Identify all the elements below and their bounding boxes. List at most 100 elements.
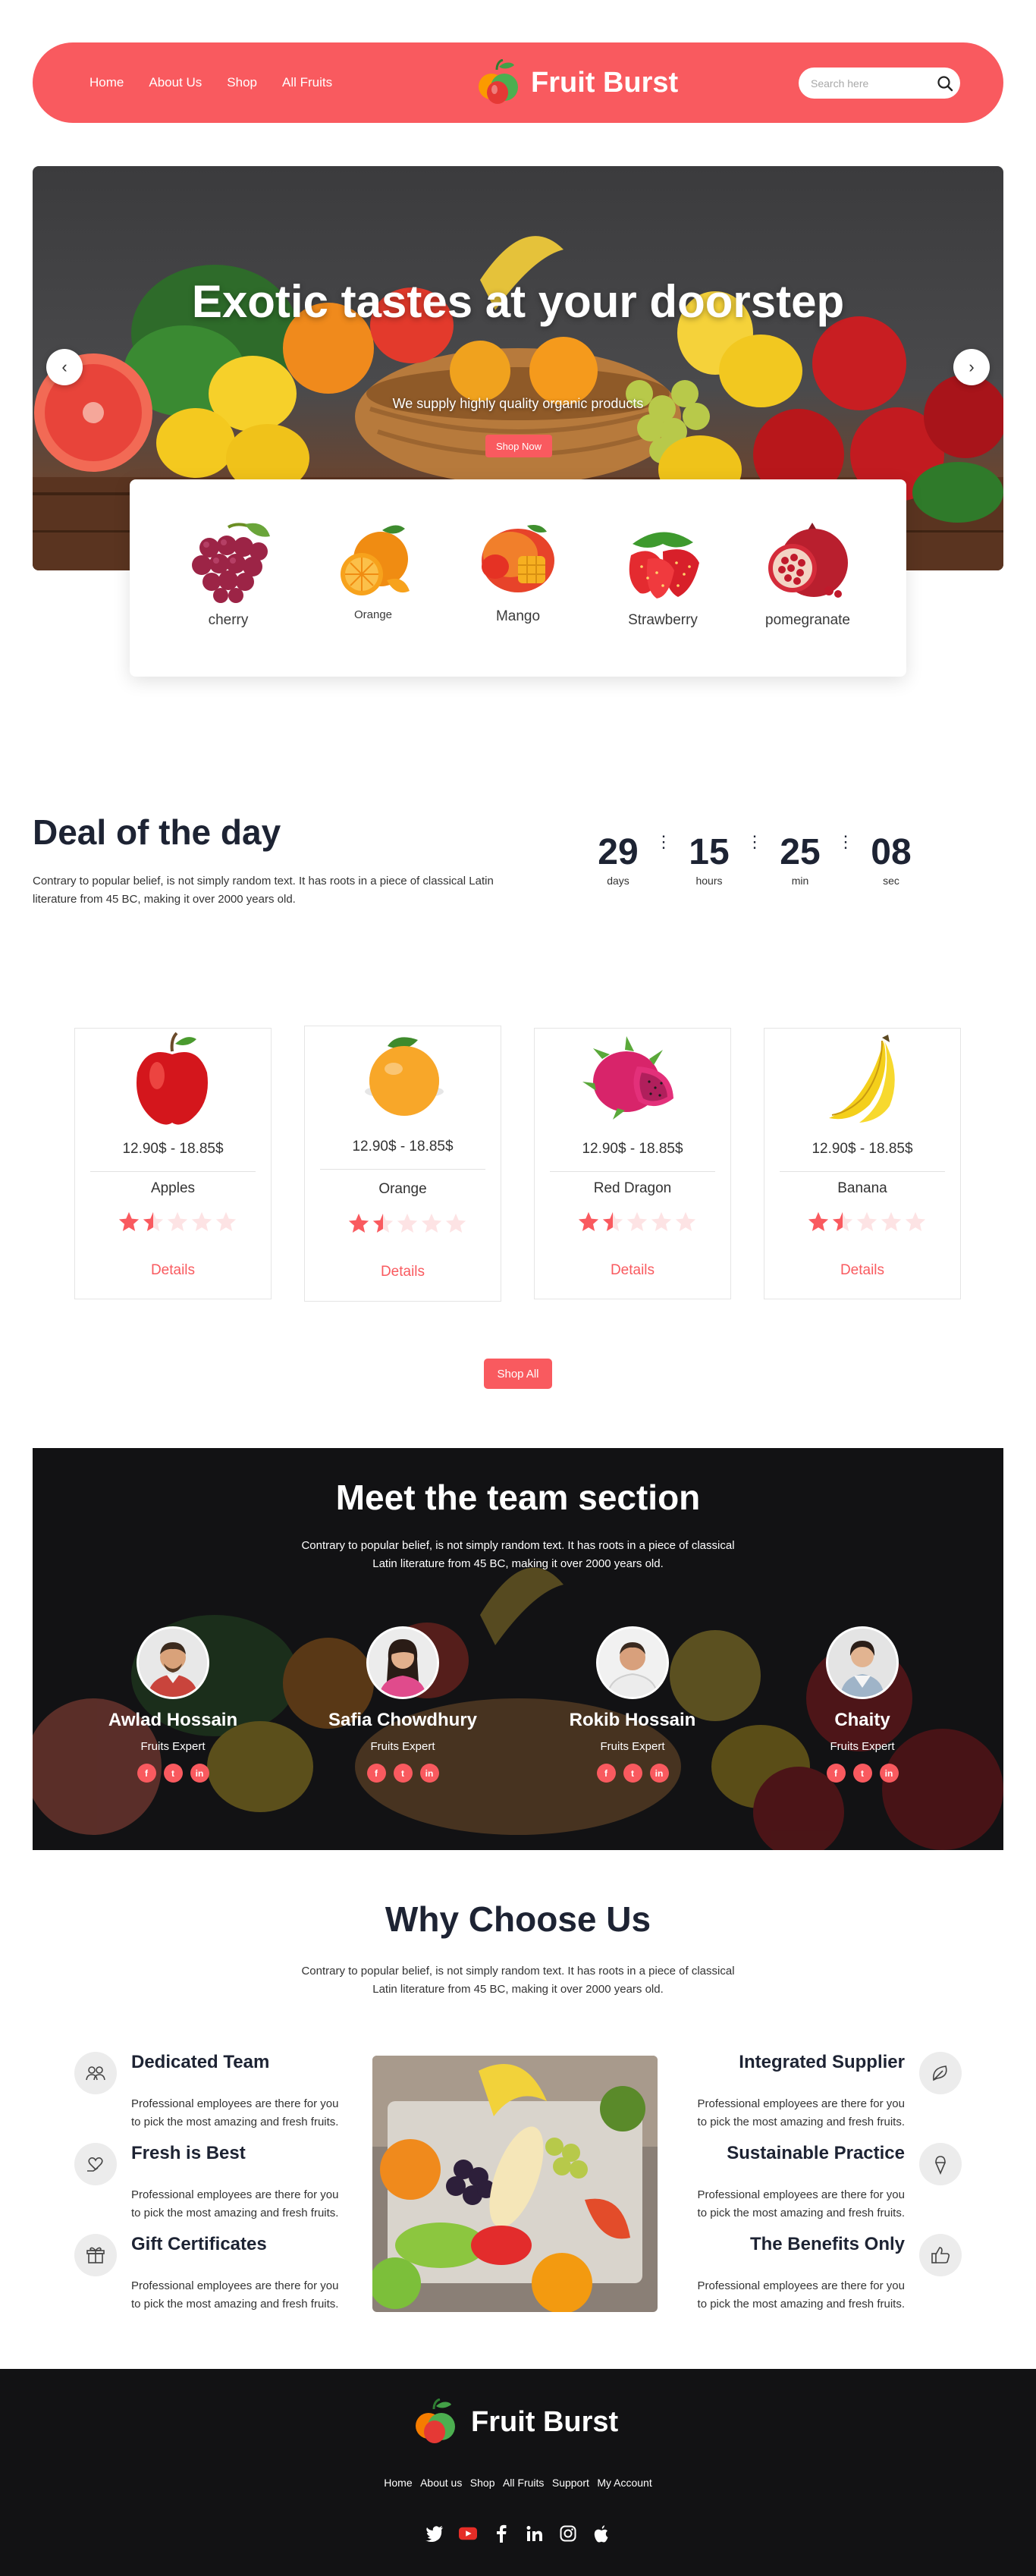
facebook-icon[interactable]: f [826,1764,846,1783]
thumbs-up-icon [919,2234,962,2276]
facebook-icon[interactable]: f [137,1764,156,1783]
footer-link-home[interactable]: Home [384,2477,412,2489]
twitter-icon[interactable] [425,2524,444,2543]
linkedin-icon[interactable] [526,2524,544,2543]
footer-link-about[interactable]: About us [420,2477,462,2489]
shop-now-button[interactable]: Shop Now [485,435,552,457]
twitter-icon[interactable]: t [852,1764,872,1783]
star-icon [626,1211,648,1231]
facebook-icon[interactable]: f [366,1764,386,1783]
feature-title: Dedicated Team [131,2052,270,2072]
orange-image [341,525,410,595]
member-name: Safia Chowdhury [328,1710,478,1730]
linkedin-icon[interactable]: in [419,1764,439,1783]
member-name: Awlad Hossain [108,1710,238,1730]
star-icon [905,1211,926,1231]
star-icon [397,1213,418,1233]
star-icon [191,1211,212,1231]
countdown-timer: 29 days ⋮ 15 hours ⋮ 25 min ⋮ 08 sec [584,831,925,887]
footer-link-shop[interactable]: Shop [470,2477,495,2489]
member-role: Fruits Expert [140,1740,206,1753]
star-icon [445,1213,466,1233]
product-card-red-dragon[interactable]: 12.90$ - 18.85$ Red Dragon Details [534,1028,731,1299]
apple-icon[interactable] [592,2524,611,2543]
carousel-next-button[interactable]: › [953,349,990,385]
star-icon [143,1211,164,1231]
avatar [137,1626,209,1699]
fruit-logo-icon [416,2399,455,2443]
product-price: 12.90$ - 18.85$ [550,1141,715,1172]
fruit-item-orange[interactable]: Orange [316,521,430,621]
fruit-item-mango[interactable]: Mango [461,521,575,625]
team-member-card: Awlad Hossain Fruits Expert f t in [82,1626,264,1783]
fruit-item-cherry[interactable]: cherry [171,521,285,629]
footer-link-support[interactable]: Support [552,2477,589,2489]
product-rating [807,1211,927,1233]
search-icon[interactable] [936,74,954,93]
fruit-logo-icon [479,59,518,104]
countdown-minutes: 25 min [766,831,834,887]
person-avatar-image [369,1629,437,1697]
youtube-icon[interactable] [459,2524,477,2543]
facebook-icon[interactable] [492,2524,510,2543]
product-image [764,1029,960,1131]
countdown-value: 08 [871,832,912,872]
team-icon [74,2052,117,2094]
page: Home About Us Shop All Fruits Fruit Burs… [0,0,1036,2576]
nav-link-about[interactable]: About Us [149,75,202,90]
deal-description: Contrary to popular belief, is not simpl… [33,875,494,906]
star-icon [421,1213,442,1233]
product-details-link[interactable]: Details [764,1262,960,1279]
product-details-link[interactable]: Details [535,1262,730,1279]
brand-logo[interactable]: Fruit Burst [476,59,678,106]
avatar [366,1626,439,1699]
footer-link-account[interactable]: My Account [597,2477,651,2489]
product-card-apples[interactable]: 12.90$ - 18.85$ Apples Details [74,1028,272,1299]
nav-link-shop[interactable]: Shop [227,75,257,90]
footer-link-all-fruits[interactable]: All Fruits [503,2477,544,2489]
team-description: Contrary to popular belief, is not simpl… [301,1539,735,1570]
product-name: Banana [837,1180,887,1196]
product-image [535,1029,730,1131]
countdown-value: 29 [598,832,639,872]
search-input[interactable] [811,68,932,99]
carousel-prev-button[interactable]: ‹ [46,349,83,385]
person-avatar-image [598,1629,667,1697]
fruit-item-pomegranate[interactable]: pomegranate [751,521,865,629]
member-role: Fruits Expert [830,1740,895,1753]
product-name: Orange [378,1181,427,1197]
member-role: Fruits Expert [600,1740,665,1753]
shop-all-button[interactable]: Shop All [484,1359,552,1389]
star-icon [651,1211,672,1231]
product-rating [577,1211,697,1233]
product-card-banana[interactable]: 12.90$ - 18.85$ Banana Details [764,1028,961,1299]
product-details-link[interactable]: Details [305,1264,501,1280]
instagram-icon[interactable] [559,2524,577,2543]
avatar [826,1626,899,1699]
nav-links: Home About Us Shop All Fruits [89,42,332,123]
star-icon [832,1211,853,1231]
fruit-label: Mango [495,608,541,624]
nav-link-home[interactable]: Home [89,75,124,90]
product-card-orange[interactable]: 12.90$ - 18.85$ Orange Details [304,1026,501,1302]
feature-text: Professional employees are there for you… [131,2279,339,2311]
fruit-item-strawberry[interactable]: Strawberry [606,521,720,629]
twitter-icon[interactable]: t [163,1764,183,1783]
footer-brand[interactable]: Fruit Burst [413,2399,618,2446]
product-details-link[interactable]: Details [75,1262,271,1279]
product-price: 12.90$ - 18.85$ [320,1139,485,1170]
linkedin-icon[interactable]: in [190,1764,209,1783]
countdown-hours: 15 hours [675,831,743,887]
twitter-icon[interactable]: t [623,1764,642,1783]
feature-text: Professional employees are there for you… [697,2097,905,2128]
facebook-icon[interactable]: f [596,1764,616,1783]
countdown-seconds: 08 sec [857,831,925,887]
linkedin-icon[interactable]: in [879,1764,899,1783]
countdown-value: 15 [689,832,730,872]
nav-link-all-fruits[interactable]: All Fruits [282,75,332,90]
person-avatar-image [139,1629,207,1697]
team-section: Meet the team section Contrary to popula… [33,1448,1003,1850]
member-role: Fruits Expert [370,1740,435,1753]
linkedin-icon[interactable]: in [649,1764,669,1783]
twitter-icon[interactable]: t [393,1764,413,1783]
